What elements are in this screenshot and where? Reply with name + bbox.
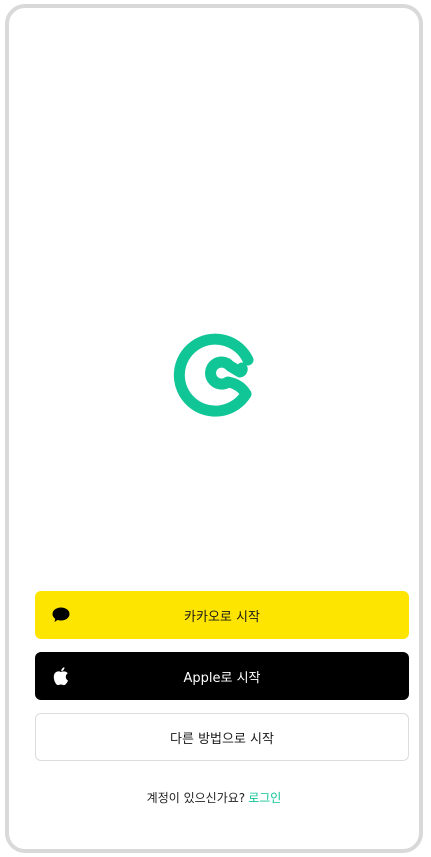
phone-screen: 카카오로 시작 Apple로 시작 다른 방법으로 시작 계정이 있으신가요? 로… [5, 4, 423, 853]
app-logo [170, 328, 262, 420]
speech-bubble-icon [51, 605, 71, 625]
apple-start-button[interactable]: Apple로 시작 [35, 652, 409, 700]
apple-start-label: Apple로 시작 [183, 670, 261, 686]
kakao-start-label: 카카오로 시작 [184, 609, 260, 625]
other-method-start-label: 다른 방법으로 시작 [170, 731, 274, 747]
login-prompt-row: 계정이 있으신가요? 로그인 [9, 789, 419, 806]
other-method-start-button[interactable]: 다른 방법으로 시작 [35, 713, 409, 761]
login-prompt-text: 계정이 있으신가요? [146, 791, 246, 805]
kakao-start-button[interactable]: 카카오로 시작 [35, 591, 409, 639]
apple-icon [51, 666, 71, 686]
c-swirl-logo-icon [173, 333, 254, 417]
login-link[interactable]: 로그인 [248, 791, 281, 805]
